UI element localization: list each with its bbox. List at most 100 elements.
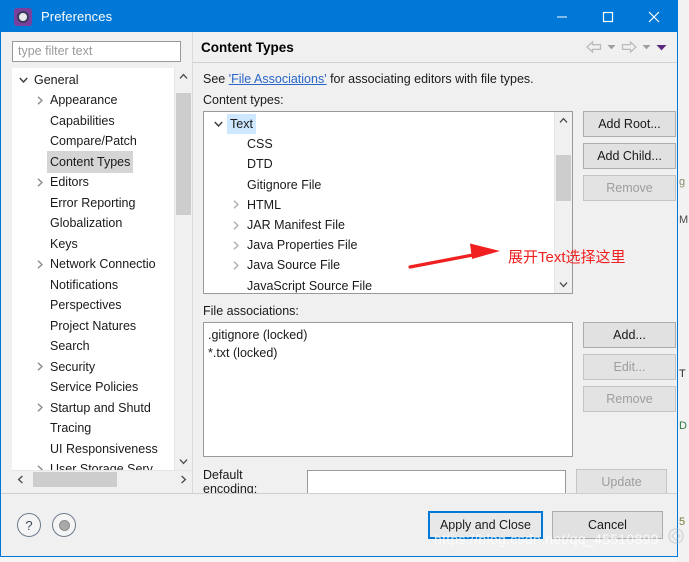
chevron-right-icon[interactable] (227, 220, 244, 230)
sidebar-item-label: Search (50, 339, 90, 354)
file-associations-edit-button[interactable]: Edit... (583, 354, 676, 380)
scroll-up-icon[interactable] (175, 68, 192, 85)
scroll-up-icon[interactable] (555, 112, 572, 129)
content-types-scroll-track[interactable] (555, 129, 572, 276)
sidebar-item-security[interactable]: Security (12, 357, 174, 378)
circle-button-icon[interactable] (52, 513, 76, 537)
file-associations-remove-button[interactable]: Remove (583, 386, 676, 412)
scroll-down-icon[interactable] (175, 453, 192, 470)
content-type-row[interactable]: JAR Manifest File (204, 215, 554, 235)
window-title: Preferences (41, 9, 113, 24)
sidebar-item-ui-responsiveness[interactable]: UI Responsiveness (12, 439, 174, 460)
chevron-right-icon[interactable] (227, 200, 244, 210)
update-button[interactable]: Update (576, 469, 667, 495)
content-types-scroll-thumb[interactable] (556, 155, 571, 201)
chevron-right-icon[interactable] (32, 403, 47, 413)
default-encoding-input[interactable] (307, 470, 567, 494)
content-type-label: JAR Manifest File (247, 217, 345, 232)
sidebar-item-label: Globalization (50, 216, 123, 231)
sidebar-item-label: Appearance (50, 93, 118, 108)
file-associations-list[interactable]: .gitignore (locked) *.txt (locked) (204, 323, 572, 456)
view-menu-chevron-down-filled-icon[interactable] (654, 36, 669, 58)
back-history-chevron-down-icon[interactable] (604, 36, 619, 58)
page-title: Content Types (201, 39, 294, 55)
chevron-right-icon[interactable] (32, 465, 47, 470)
question-mark-icon[interactable]: ? (17, 513, 41, 537)
sidebar-item-service-policies[interactable]: Service Policies (12, 377, 174, 398)
chevron-right-icon[interactable] (227, 241, 244, 250)
chevron-right-icon[interactable] (32, 260, 47, 269)
sidebar-item-compare-patch[interactable]: Compare/Patch (12, 131, 174, 152)
sidebar-item-notifications[interactable]: Notifications (12, 275, 174, 296)
content-type-row[interactable]: Text (204, 114, 554, 135)
cancel-button[interactable]: Cancel (552, 511, 663, 539)
chevron-right-icon[interactable] (32, 362, 47, 372)
sidebar-item-label: Notifications (50, 277, 119, 292)
title-bar[interactable]: Preferences (1, 1, 677, 32)
content-type-row[interactable]: HTML (204, 195, 554, 215)
content-type-row[interactable]: Java Properties File (204, 235, 554, 255)
sidebar-item-error-reporting[interactable]: Error Reporting (12, 193, 174, 214)
sidebar-item-keys[interactable]: Keys (12, 234, 174, 255)
sidebar-item-startup-and-shutd[interactable]: Startup and Shutd (12, 398, 174, 419)
chevron-right-icon[interactable] (32, 96, 47, 105)
sidebar-item-network-connectio[interactable]: Network Connectio (12, 254, 174, 275)
sidebar-item-capabilities[interactable]: Capabilities (12, 111, 174, 132)
sidebar-hscroll-track[interactable] (29, 471, 175, 488)
sidebar-item-perspectives[interactable]: Perspectives (12, 295, 174, 316)
file-associations-link[interactable]: 'File Associations' (229, 72, 327, 86)
filter-input[interactable] (12, 41, 181, 62)
chevron-right-icon[interactable] (227, 261, 244, 270)
preferences-sidebar: General Appearance Capabilities Compare/Pat… (1, 32, 193, 493)
content-type-label: CSS (247, 137, 273, 152)
sidebar-item-search[interactable]: Search (12, 336, 174, 357)
sidebar-item-user-storage-serv[interactable]: User Storage Serv (12, 459, 174, 470)
content-types-remove-button[interactable]: Remove (583, 175, 676, 201)
minimize-button[interactable] (539, 1, 585, 32)
sidebar-tree[interactable]: General Appearance Capabilities Compare/Pat… (12, 68, 174, 470)
sidebar-item-label: Startup and Shutd (50, 400, 151, 415)
file-association-item[interactable]: *.txt (locked) (208, 344, 572, 362)
file-association-item[interactable]: .gitignore (locked) (208, 326, 572, 344)
apply-and-close-button[interactable]: Apply and Close (427, 511, 543, 539)
content-type-row[interactable]: Java Source File (204, 255, 554, 275)
close-button[interactable] (631, 1, 677, 32)
chevron-down-icon[interactable] (16, 77, 31, 83)
chevron-down-icon[interactable] (210, 121, 227, 128)
scroll-left-icon[interactable] (12, 471, 29, 488)
scroll-right-icon[interactable] (175, 471, 192, 488)
content-type-row[interactable]: Gitignore File (204, 175, 554, 195)
maximize-button[interactable] (585, 1, 631, 32)
sidebar-item-label: General (34, 72, 79, 87)
sidebar-item-project-natures[interactable]: Project Natures (12, 316, 174, 337)
sidebar-item-appearance[interactable]: Appearance (12, 90, 174, 111)
sidebar-item-tracing[interactable]: Tracing (12, 418, 174, 439)
content-types-vertical-scrollbar[interactable] (554, 112, 572, 293)
arrow-left-icon[interactable] (584, 36, 604, 58)
bg-ghost-text: 5 (679, 516, 686, 528)
sidebar-item-globalization[interactable]: Globalization (12, 213, 174, 234)
sidebar-horizontal-scrollbar[interactable] (12, 470, 192, 488)
arrow-right-icon[interactable] (619, 36, 639, 58)
scroll-down-icon[interactable] (555, 276, 572, 293)
sidebar-item-content-types[interactable]: Content Types (12, 150, 174, 174)
content-types-add-child-button[interactable]: Add Child... (583, 143, 676, 169)
sidebar-item-general[interactable]: General (12, 70, 174, 91)
content-type-row[interactable]: JavaScript Source File (204, 276, 554, 294)
sidebar-vertical-scrollbar[interactable] (174, 67, 192, 470)
sidebar-item-label: User Storage Serv (50, 462, 153, 470)
see-file-associations-line: See 'File Associations' for associating … (203, 72, 667, 86)
content-type-row[interactable]: CSS (204, 134, 554, 154)
sidebar-item-editors[interactable]: Editors (12, 172, 174, 193)
content-types-tree[interactable]: Text CSS DTD Gitignore File HTML JAR Manifest… (204, 112, 554, 293)
forward-history-chevron-down-icon[interactable] (639, 36, 654, 58)
sidebar-scroll-track[interactable] (175, 85, 192, 453)
content-type-row[interactable]: DTD (204, 154, 554, 174)
content-types-add-root-button[interactable]: Add Root... (583, 111, 676, 137)
sidebar-tree-container: General Appearance Capabilities Compare/Pat… (12, 67, 192, 470)
chevron-right-icon[interactable] (32, 178, 47, 187)
sidebar-scroll-thumb[interactable] (176, 92, 191, 215)
sidebar-hscroll-thumb[interactable] (33, 472, 117, 487)
file-associations-row: .gitignore (locked) *.txt (locked) Add...… (203, 322, 676, 457)
file-associations-add-button[interactable]: Add... (583, 322, 676, 348)
